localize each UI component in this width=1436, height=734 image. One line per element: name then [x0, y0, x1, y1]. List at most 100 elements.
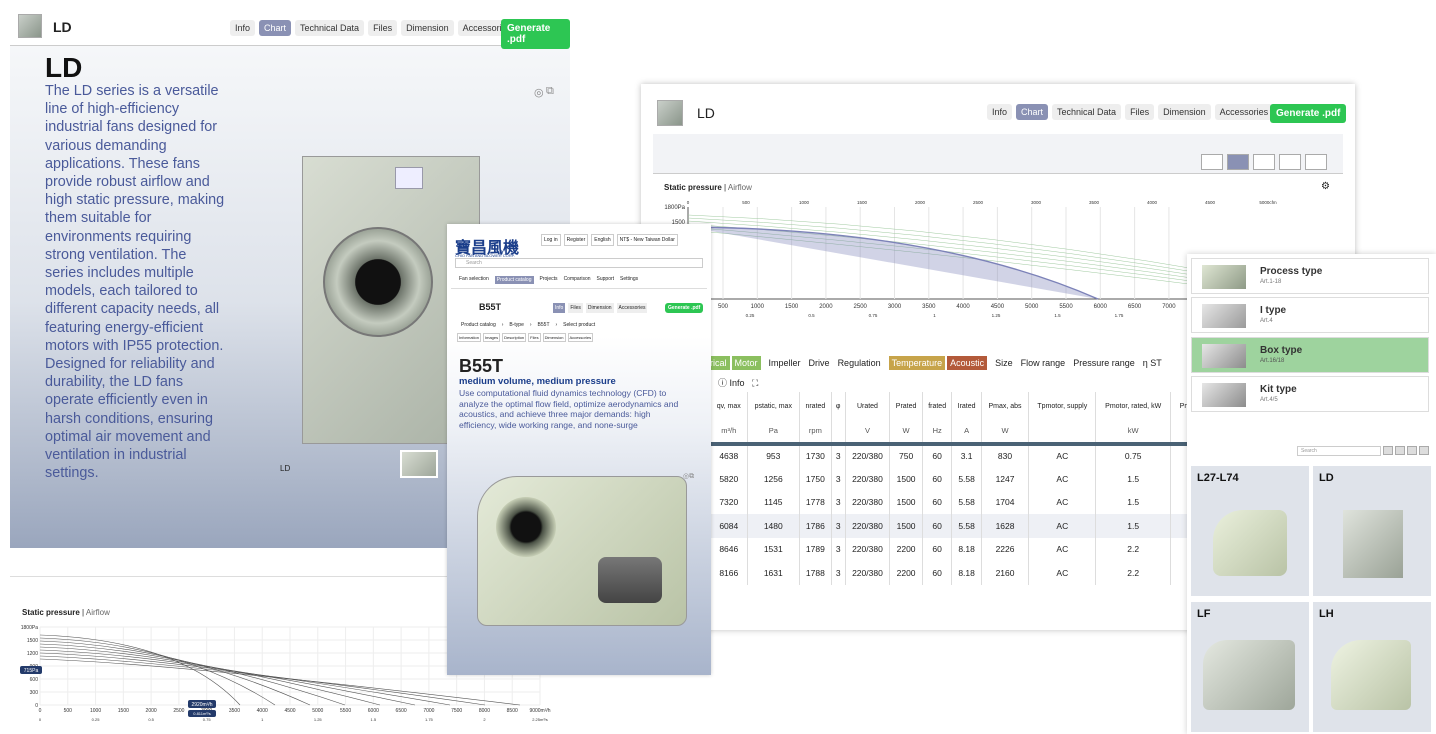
external-link-icon[interactable]: ⧉: [546, 85, 554, 98]
tab-regulation[interactable]: Regulation: [838, 358, 881, 368]
column-header[interactable]: Urated: [845, 392, 891, 420]
column-unit: W: [889, 420, 923, 444]
menu-fan-selection[interactable]: Fan selection: [459, 276, 489, 284]
tab-size[interactable]: Size: [995, 358, 1013, 368]
table-cell: 1531: [747, 537, 801, 561]
tab-dimension[interactable]: Dimension: [585, 303, 614, 313]
grid-view-icon[interactable]: [1383, 446, 1393, 455]
layout-icon-2[interactable]: [1227, 154, 1249, 170]
table-cell: 60: [922, 467, 953, 491]
tab-temperature[interactable]: Temperature: [888, 356, 946, 370]
column-header[interactable]: φ: [831, 392, 846, 420]
language-select[interactable]: English: [591, 234, 614, 246]
column-header[interactable]: Tpmotor, supply: [1028, 392, 1097, 420]
subtab-images[interactable]: Images: [483, 333, 501, 342]
tab-dimension[interactable]: Dimension: [401, 20, 454, 36]
column-header[interactable]: pstatic, max: [747, 392, 801, 420]
crumb-select[interactable]: Select product: [563, 322, 595, 328]
settings-icon[interactable]: ◎: [534, 86, 544, 99]
tab-drive[interactable]: Drive: [809, 358, 830, 368]
x-tick-label: 9000m³/h: [529, 708, 550, 714]
x-tick-label: 4000: [956, 304, 970, 310]
crumb-catalog[interactable]: Product catalog: [461, 322, 496, 328]
tab-motor[interactable]: Motor: [731, 356, 761, 370]
category-process-type[interactable]: Process type Art.1-18: [1191, 258, 1429, 294]
layout-icon-5[interactable]: [1305, 154, 1327, 170]
menu-support[interactable]: Support: [597, 276, 615, 284]
table-view-icon[interactable]: [1407, 446, 1417, 455]
category-i-type[interactable]: I type Art.4: [1191, 297, 1429, 333]
tab-info[interactable]: Info: [987, 104, 1013, 120]
column-header[interactable]: Prated: [889, 392, 923, 420]
menu-product-catalog[interactable]: Product catalog: [494, 276, 534, 284]
column-unit: Pa: [747, 420, 801, 444]
column-header[interactable]: Pmotor, rated, kW: [1095, 392, 1171, 420]
login-button[interactable]: Log in: [541, 234, 561, 246]
view-toggle: [1383, 446, 1429, 455]
y-tick-label: 1200: [27, 651, 38, 657]
table-cell: 1500: [889, 467, 923, 491]
tab-chart[interactable]: Chart: [1016, 104, 1049, 120]
product-card-ld[interactable]: LD: [1313, 466, 1431, 596]
table-cell: 5.58: [951, 514, 982, 538]
tab-files[interactable]: Files: [1125, 104, 1155, 120]
list-view-icon[interactable]: [1395, 446, 1405, 455]
compact-view-icon[interactable]: [1419, 446, 1429, 455]
sub-tabs: Information Images Description Files Dim…: [457, 333, 594, 342]
category-sub: Art.4/5: [1260, 397, 1278, 403]
image-thumbnail[interactable]: [400, 450, 438, 478]
info-toggle[interactable]: ⓘ Info ⛶: [718, 376, 758, 389]
generate-pdf-button[interactable]: Generate .pdf: [501, 19, 570, 49]
product-card-l27-l74[interactable]: L27-L74: [1191, 466, 1309, 596]
filter-tabs: rical Motor Impeller Drive Regulation Te…: [707, 356, 1162, 370]
product-card-lf[interactable]: LF: [1191, 602, 1309, 732]
subtab-dimension[interactable]: Dimension: [542, 333, 566, 342]
product-card-lh[interactable]: LH: [1313, 602, 1431, 732]
tab-info[interactable]: Info: [230, 20, 256, 36]
tab-pressure-range[interactable]: Pressure range: [1073, 358, 1135, 368]
page-subtitle: medium volume, medium pressure: [459, 376, 616, 387]
layout-icon-4[interactable]: [1279, 154, 1301, 170]
tab-files[interactable]: Files: [568, 303, 583, 313]
tab-impeller[interactable]: Impeller: [769, 358, 801, 368]
generate-pdf-button[interactable]: Generate .pdf: [665, 303, 704, 313]
category-box-type[interactable]: Box type Art.16/18: [1191, 337, 1429, 373]
layout-icon-3[interactable]: [1253, 154, 1275, 170]
generate-pdf-button[interactable]: Generate .pdf: [1270, 104, 1347, 123]
register-button[interactable]: Register: [563, 234, 589, 246]
column-header[interactable]: nrated: [799, 392, 832, 420]
tab-chart[interactable]: Chart: [259, 20, 292, 36]
tab-eta-st[interactable]: η ST: [1143, 358, 1162, 368]
currency-select[interactable]: NT$ - New Taiwan Dollar: [616, 234, 678, 246]
tab-info[interactable]: Info: [553, 303, 566, 313]
tab-dimension[interactable]: Dimension: [1158, 104, 1211, 120]
column-header[interactable]: qv, max: [711, 392, 748, 420]
subtab-information[interactable]: Information: [457, 333, 482, 342]
menu-settings[interactable]: Settings: [620, 276, 638, 284]
subtab-files[interactable]: Files: [528, 333, 541, 342]
table-cell: 3: [831, 561, 846, 585]
search-input[interactable]: Search: [455, 258, 703, 268]
layout-icon-1[interactable]: [1201, 154, 1223, 170]
column-header[interactable]: frated: [922, 392, 953, 420]
column-header[interactable]: Pmax, abs: [981, 392, 1030, 420]
tab-flow-range[interactable]: Flow range: [1021, 358, 1066, 368]
tab-files[interactable]: Files: [368, 20, 398, 36]
layout-toggle: [1201, 154, 1327, 170]
tab-accessories[interactable]: Accessories: [1214, 104, 1274, 120]
thumb-label: LD: [280, 464, 291, 473]
menu-comparison[interactable]: Comparison: [564, 276, 591, 284]
tab-acoustic[interactable]: Acoustic: [947, 356, 988, 370]
table-cell: 1247: [981, 467, 1030, 491]
tab-technical-data[interactable]: Technical Data: [295, 20, 365, 36]
tab-technical-data[interactable]: Technical Data: [1052, 104, 1122, 120]
subtab-accessories[interactable]: Accessories: [567, 333, 594, 342]
table-cell: 2226: [981, 537, 1030, 561]
crumb-type[interactable]: B-type: [509, 322, 523, 328]
tab-accessories[interactable]: Accessories: [616, 303, 648, 313]
menu-projects[interactable]: Projects: [540, 276, 558, 284]
column-header[interactable]: Irated: [951, 392, 982, 420]
category-kit-type[interactable]: Kit type Art.4/5: [1191, 376, 1429, 412]
subtab-description[interactable]: Description: [502, 333, 527, 342]
search-input[interactable]: Search: [1297, 446, 1381, 456]
